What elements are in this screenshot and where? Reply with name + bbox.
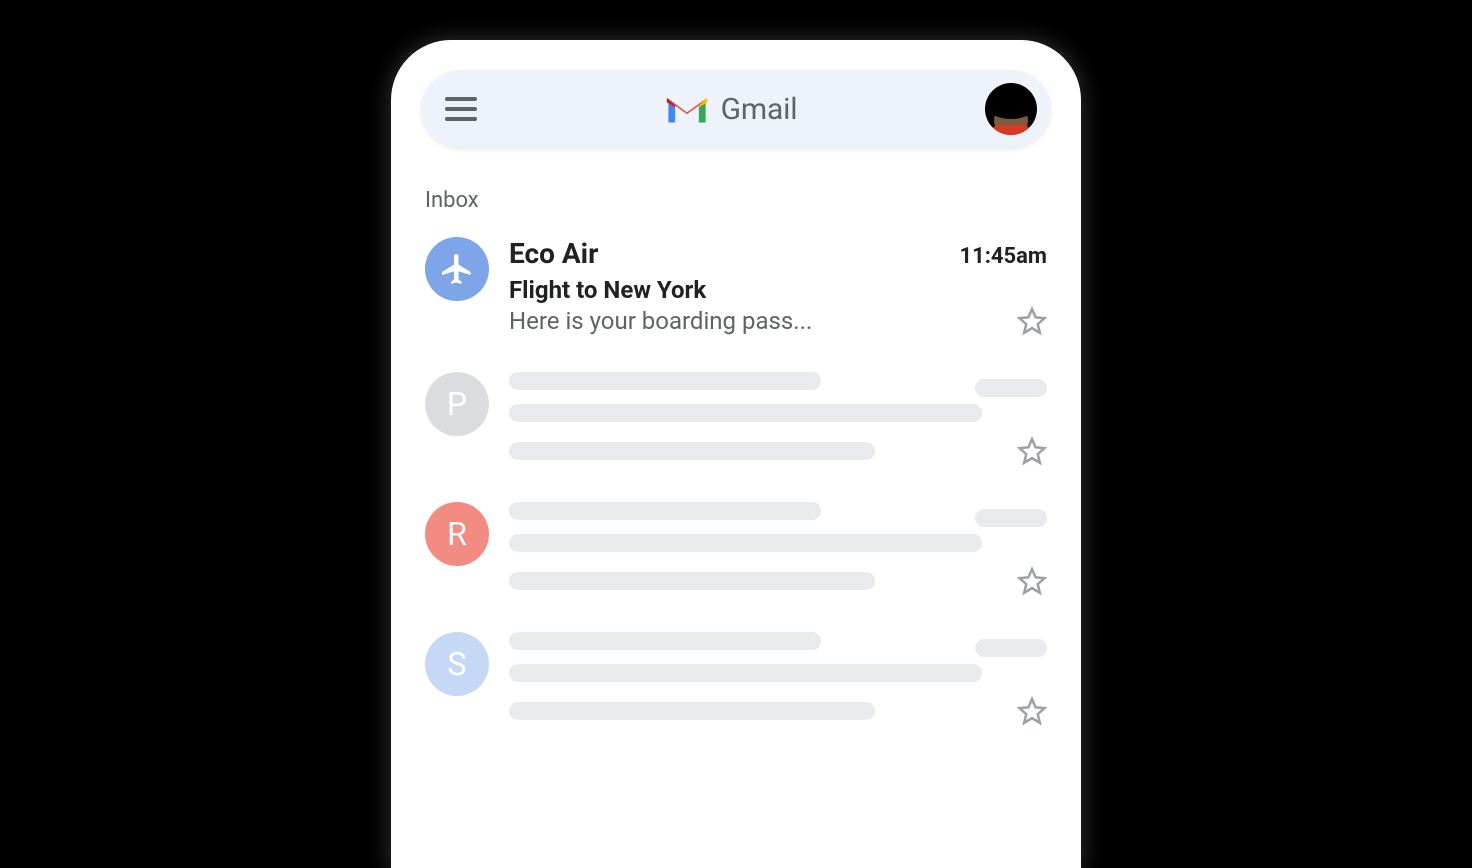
email-placeholder bbox=[509, 502, 1047, 596]
phone-frame: Gmail Inbox Eco Air 11:45am Flight to Ne… bbox=[391, 40, 1081, 868]
sender-avatar[interactable]: P bbox=[425, 372, 489, 436]
email-sender: Eco Air bbox=[509, 237, 598, 270]
brand-text: Gmail bbox=[721, 92, 798, 127]
sender-avatar-plane-icon[interactable] bbox=[425, 237, 489, 301]
inbox-label: Inbox bbox=[421, 188, 1051, 213]
email-row[interactable]: R bbox=[421, 496, 1051, 626]
email-row[interactable]: P bbox=[421, 366, 1051, 496]
email-placeholder bbox=[509, 372, 1047, 466]
email-row[interactable]: S bbox=[421, 626, 1051, 756]
account-avatar[interactable] bbox=[985, 83, 1037, 135]
email-placeholder bbox=[509, 632, 1047, 726]
email-row[interactable]: Eco Air 11:45am Flight to New York Here … bbox=[421, 231, 1051, 366]
gmail-icon bbox=[665, 92, 709, 126]
sender-avatar[interactable]: S bbox=[425, 632, 489, 696]
email-content: Eco Air 11:45am Flight to New York Here … bbox=[509, 237, 1047, 336]
brand-logo[interactable]: Gmail bbox=[477, 92, 985, 127]
email-time: 11:45am bbox=[959, 244, 1047, 269]
star-icon[interactable] bbox=[1017, 566, 1047, 596]
email-snippet: Here is your boarding pass... bbox=[509, 307, 812, 335]
star-icon[interactable] bbox=[1017, 306, 1047, 336]
plane-icon bbox=[439, 251, 475, 287]
menu-icon[interactable] bbox=[445, 97, 477, 121]
sender-avatar[interactable]: R bbox=[425, 502, 489, 566]
email-subject: Flight to New York bbox=[509, 276, 1047, 304]
search-bar[interactable]: Gmail bbox=[421, 70, 1051, 148]
star-icon[interactable] bbox=[1017, 696, 1047, 726]
star-icon[interactable] bbox=[1017, 436, 1047, 466]
